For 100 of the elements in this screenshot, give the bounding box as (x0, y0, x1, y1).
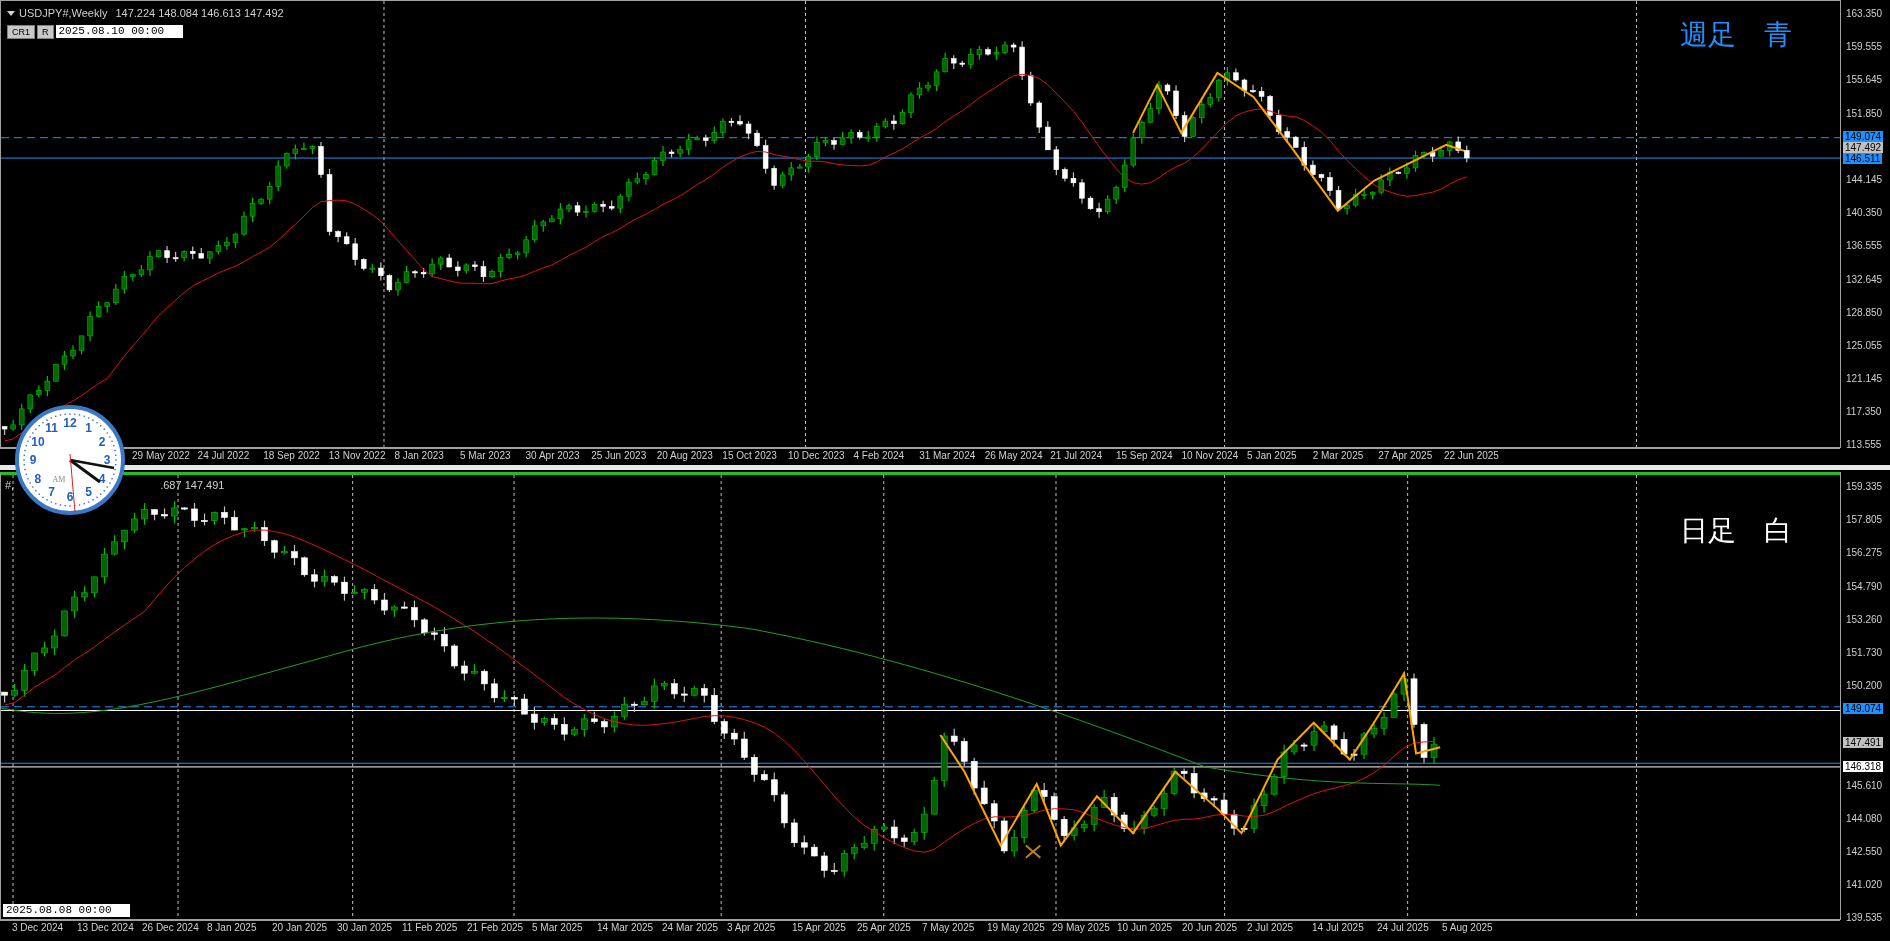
chart-symbol: USDJPY#,Weekly (19, 6, 108, 21)
price-axis-label: 155.645 (1846, 74, 1883, 87)
clock-hands-drawing (69, 453, 115, 513)
date-axis-label: 5 Aug 2025 (1442, 921, 1494, 935)
price-axis-label: 151.730 (1846, 646, 1883, 659)
date-axis-label: 31 Mar 2024 (919, 449, 977, 463)
clock-numeral: 2 (98, 434, 106, 449)
date-axis-label: 15 Apr 2025 (792, 921, 847, 935)
price-axis-label: 157.805 (1846, 514, 1883, 527)
chart-symbol: #, (5, 478, 15, 493)
price-axis-label: 128.850 (1846, 306, 1883, 319)
date-axis-label: 5 Mar 2025 (532, 921, 584, 935)
date-axis-label: 26 May 2024 (984, 449, 1044, 463)
price-tag: 149.074 (1843, 131, 1884, 142)
price-tag: 146.318 (1843, 761, 1884, 772)
date-axis-label: 30 Apr 2023 (525, 449, 581, 463)
time-field[interactable]: 2025.08.08 00:00 (3, 904, 130, 917)
timeframe-label: 日足 白 (1680, 515, 1792, 547)
clock-numeral: 1 (85, 420, 92, 435)
price-axis-label: 144.080 (1846, 812, 1883, 825)
clock-numeral: 12 (63, 416, 77, 430)
price-axis-label: 117.350 (1846, 406, 1882, 419)
date-axis-label: 21 Jul 2024 (1050, 449, 1104, 463)
price-axis-label: 125.055 (1846, 339, 1883, 352)
clock-numeral: 10 (31, 434, 45, 449)
price-axis-label: 136.555 (1846, 240, 1883, 253)
date-axis-label: 26 Dec 2024 (142, 921, 200, 935)
clock-numeral: 11 (45, 420, 58, 435)
clock-numeral: 3 (103, 453, 111, 467)
price-axis-label: 154.790 (1846, 580, 1883, 593)
price-axis-label: 113.555 (1846, 439, 1882, 452)
date-axis-label: 13 Dec 2024 (77, 921, 135, 935)
clock-numeral: 7 (48, 485, 55, 500)
price-axis-label: 132.645 (1846, 273, 1883, 286)
date-axis-label: 29 May 2022 (132, 449, 191, 463)
date-axis-label: 19 May 2025 (987, 921, 1046, 935)
date-axis-label: 20 Aug 2023 (656, 449, 714, 463)
date-axis-label: 27 Apr 2025 (1378, 449, 1434, 463)
date-axis-label: 20 Jan 2025 (272, 921, 329, 935)
date-axis-label: 5 Mar 2023 (459, 449, 512, 463)
price-axis-label: 159.335 (1846, 481, 1883, 493)
date-axis-label: 24 Jul 2025 (1377, 921, 1430, 935)
price-tag: 149.074 (1843, 703, 1884, 714)
date-axis-label: 25 Jun 2023 (591, 449, 648, 463)
time-field[interactable]: 2025.08.10 00:00 (55, 25, 183, 38)
price-tag: 146.511 (1843, 153, 1883, 164)
price-axis-label: 141.020 (1846, 879, 1883, 892)
price-axis-label: 140.350 (1846, 207, 1883, 220)
date-axis-label: 2 Mar 2025 (1312, 449, 1365, 463)
price-axis-label: 159.555 (1846, 41, 1883, 54)
date-axis-label: 29 May 2025 (1052, 921, 1111, 935)
price-axis-label: 139.535 (1846, 912, 1883, 925)
date-axis-label: 3 Dec 2024 (12, 921, 65, 935)
date-axis-label: 15 Oct 2023 (722, 449, 778, 463)
date-axis-label: 10 Jun 2025 (1117, 921, 1174, 935)
date-axis-label: 24 Mar 2025 (662, 921, 720, 935)
clock-numeral: 6 (66, 490, 74, 504)
price-axis-label: 163.350 (1846, 8, 1883, 20)
price-axis-label: 153.260 (1846, 613, 1883, 626)
clock-numeral: 9 (29, 453, 37, 467)
date-axis-label: 4 Feb 2024 (853, 449, 906, 463)
date-axis-label: 11 Feb 2025 (402, 921, 459, 935)
price-axis-label: 144.145 (1846, 173, 1883, 186)
timeframe-label: 週足 青 (1680, 19, 1792, 51)
price-axis-label: 121.145 (1846, 373, 1883, 386)
clock-numeral: 8 (34, 471, 42, 486)
price-tag: 147.491 (1843, 737, 1884, 748)
caret-icon[interactable] (7, 10, 15, 16)
date-axis-label: 2 Jul 2025 (1247, 921, 1295, 935)
clock-numeral: 5 (85, 485, 92, 500)
date-axis-label: 22 Jun 2025 (1443, 449, 1500, 463)
date-axis-label: 13 Nov 2022 (328, 449, 387, 463)
date-axis-label: 14 Jul 2025 (1312, 921, 1365, 935)
price-axis-label: 150.200 (1846, 680, 1883, 693)
date-axis-label: 7 May 2025 (922, 921, 976, 935)
chart-button[interactable]: CR1 (7, 24, 35, 39)
date-axis-label: 30 Jan 2025 (337, 921, 394, 935)
date-axis-label: 10 Nov 2024 (1181, 449, 1240, 463)
date-axis-label: 8 Jan 2023 (394, 449, 445, 463)
price-tag: 147.492 (1843, 142, 1884, 153)
date-axis-label: 3 Apr 2025 (727, 921, 777, 935)
price-axis-label: 145.610 (1846, 779, 1883, 792)
ohlc-values: .687 147.491 (160, 478, 225, 493)
date-axis-label: 25 Apr 2025 (857, 921, 912, 935)
date-axis-label: 24 Jul 2022 (197, 449, 251, 463)
chart-button[interactable]: R (37, 24, 54, 39)
date-axis-label: 21 Feb 2025 (467, 921, 525, 935)
date-axis-label: 20 Jun 2025 (1182, 921, 1239, 935)
date-axis-label: 10 Dec 2023 (787, 449, 846, 463)
date-axis-label: 5 Jan 2025 (1247, 449, 1298, 463)
clock-meridiem: AM (52, 475, 66, 484)
marker-icon (1024, 844, 1042, 859)
price-axis-label: 156.275 (1846, 547, 1883, 560)
date-axis-label: 8 Jan 2025 (207, 921, 258, 935)
clock-numeral: 4 (98, 471, 106, 486)
date-axis-label: 14 Mar 2025 (597, 921, 655, 935)
date-axis-label: 15 Sep 2024 (1115, 449, 1174, 463)
ohlc-values: 147.224 148.084 146.613 147.492 (115, 6, 284, 21)
price-axis-label: 151.850 (1846, 107, 1883, 120)
price-axis-label: 142.550 (1846, 846, 1883, 859)
